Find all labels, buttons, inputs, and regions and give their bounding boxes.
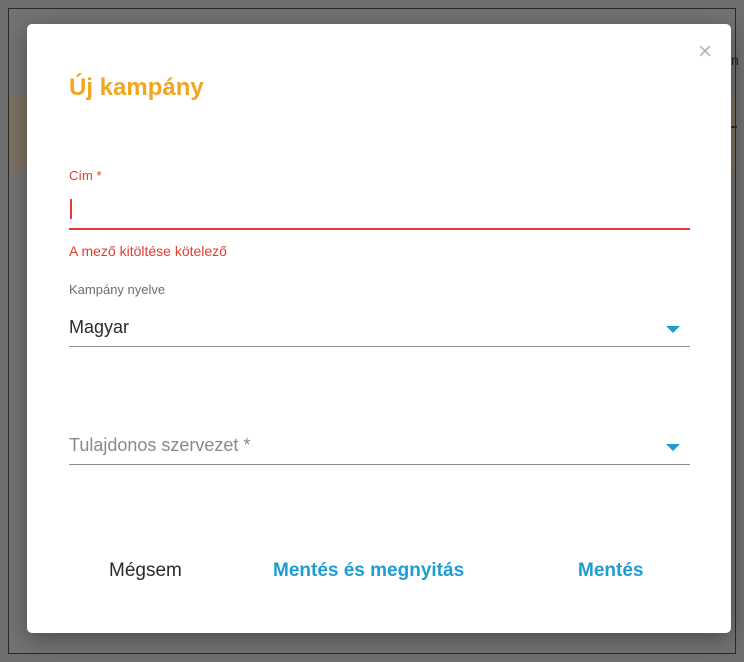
cim-input[interactable] [69, 196, 690, 224]
chevron-down-icon[interactable] [666, 444, 680, 451]
language-select[interactable]: Magyar [69, 309, 690, 347]
background-text: n [731, 52, 739, 68]
language-label: Kampány nyelve [69, 282, 166, 297]
chevron-down-icon[interactable] [666, 326, 680, 333]
text-caret [70, 199, 72, 219]
cancel-button[interactable]: Mégsem [109, 560, 182, 582]
dialog-footer: Mégsem Mentés és megnyitás Mentés [27, 554, 731, 594]
new-campaign-dialog: × Új kampány Cím * A mező kitöltése köte… [27, 24, 731, 633]
background-divider [731, 126, 737, 128]
cim-label: Cím * [69, 168, 102, 183]
close-icon[interactable]: × [693, 40, 717, 64]
owner-organization-placeholder: Tulajdonos szervezet * [69, 435, 251, 455]
save-button[interactable]: Mentés [578, 560, 643, 582]
save-and-open-button[interactable]: Mentés és megnyitás [273, 560, 464, 582]
cim-field[interactable] [69, 192, 690, 230]
cim-error-message: A mező kitöltése kötelező [69, 243, 227, 259]
dialog-title: Új kampány [69, 74, 204, 101]
language-value: Magyar [69, 317, 130, 337]
owner-organization-select[interactable]: Tulajdonos szervezet * [69, 427, 690, 465]
